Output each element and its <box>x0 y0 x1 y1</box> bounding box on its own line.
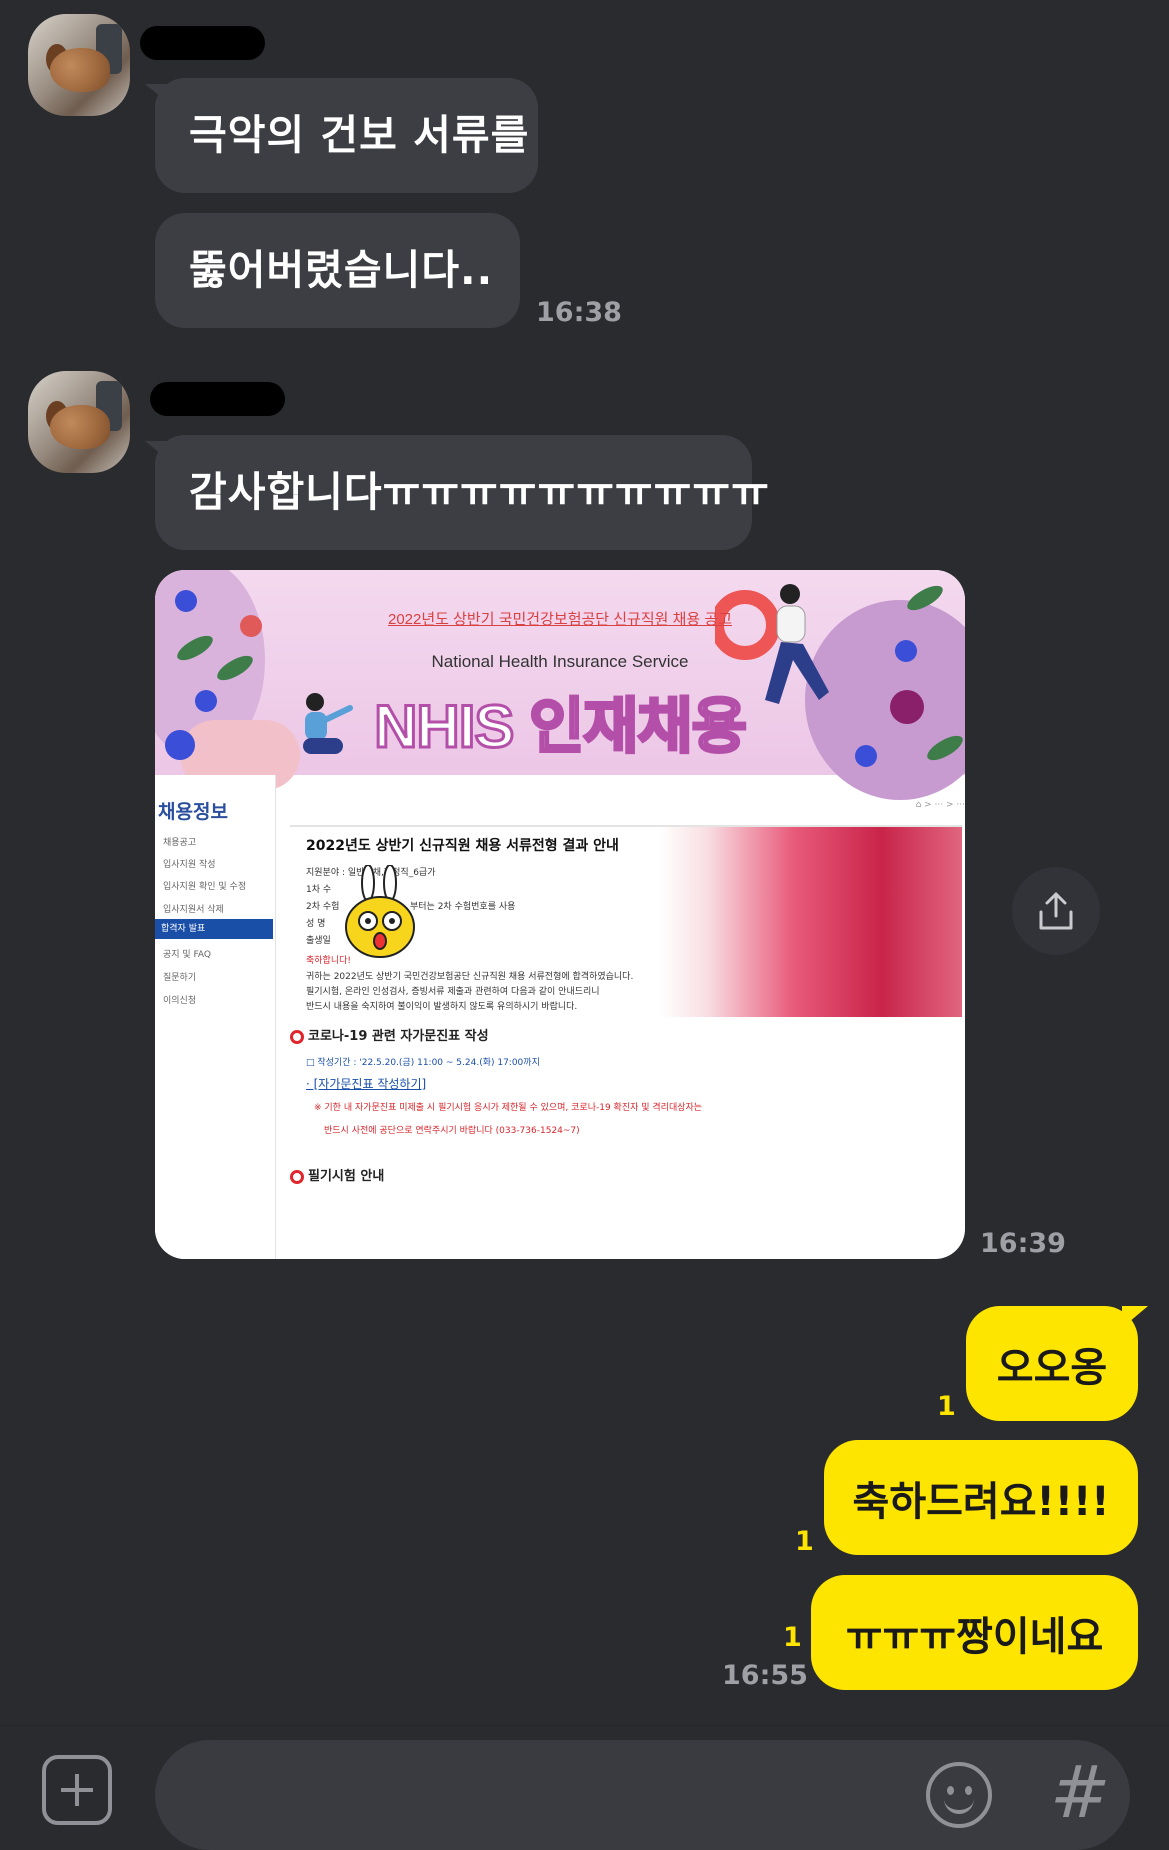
mascot-sticker <box>345 865 415 958</box>
message-time: 16:55 <box>722 1660 808 1691</box>
notice-line: 2차 수험 <box>306 902 340 912</box>
message-time: 16:39 <box>980 1228 1066 1259</box>
message-text: ㅠㅠㅠ짱이네요 <box>845 1613 1104 1660</box>
section-line: ※ 기한 내 자가문진표 미제출 시 필기시험 응시가 제한될 수 있으며, 코… <box>314 1103 703 1113</box>
sender-name-redacted <box>150 382 285 416</box>
self-check-link: · [자가문진표 작성하기] <box>306 1077 427 1091</box>
shared-image[interactable]: 2022년도 상반기 국민건강보험공단 신규직원 채용 공고 National … <box>155 570 965 1259</box>
image-banner: 2022년도 상반기 국민건강보험공단 신규직원 채용 공고 National … <box>155 570 965 800</box>
section-title: 코로나-19 관련 자가문진표 작성 <box>290 1025 489 1044</box>
sidebar-item-active: 합격자 발표 <box>155 919 273 939</box>
breadcrumb: ⌂ > ··· > ··· <box>915 800 965 810</box>
notice-line: 출생일 <box>306 936 331 946</box>
my-message-bubble[interactable]: 오오옹 <box>966 1306 1148 1421</box>
section-line: □ 작성기간 : '22.5.20.(금) 11:00 ~ 5.24.(화) 1… <box>306 1058 540 1068</box>
notice-line: 부터는 2차 수험번호를 사용 <box>410 902 516 912</box>
message-bubble[interactable]: 극악의 건보 서류를 <box>145 78 538 193</box>
message-text: 극악의 건보 서류를 <box>189 111 530 159</box>
message-text: 감사합니다ㅠㅠㅠㅠㅠㅠㅠㅠㅠㅠ <box>189 468 770 516</box>
message-text: 축하드려요!!!! <box>852 1478 1110 1525</box>
image-content: ⌂ > ··· > ··· 2022년도 상반기 신규직원 채용 서류전형 결과… <box>290 775 965 1259</box>
notice-title: 2022년도 상반기 신규직원 채용 서류전형 결과 안내 <box>306 838 619 854</box>
sender-name-redacted <box>140 26 265 60</box>
message-time: 16:38 <box>536 297 622 328</box>
sidebar-item: 공지 및 FAQ <box>163 950 211 960</box>
my-message-bubble[interactable]: 축하드려요!!!! <box>824 1440 1138 1555</box>
notice-line: 필기시험, 온라인 인성검사, 증빙서류 제출과 관련하여 다음과 같이 안내드… <box>306 987 600 997</box>
emoji-icon[interactable] <box>926 1762 992 1828</box>
section-line: 반드시 사전에 공단으로 연락주시기 바랍니다 (033-736-1524~7) <box>324 1126 580 1136</box>
message-text: 오오옹 <box>996 1344 1108 1391</box>
sender-avatar[interactable] <box>28 14 130 116</box>
share-button[interactable] <box>1012 867 1100 955</box>
sidebar-item: 채용공고 <box>163 838 197 848</box>
sidebar-item: 입사지원 확인 및 수정 <box>163 882 247 892</box>
notice-line: 귀하는 2022년도 상반기 국민건강보험공단 신규직원 채용 서류전형에 합격… <box>306 972 634 982</box>
notice-line: 1차 수 <box>306 885 332 895</box>
notice-line: 성 명 <box>306 919 326 929</box>
share-icon <box>1039 892 1073 930</box>
sidebar-item: 입사지원 작성 <box>163 860 216 870</box>
sidebar-item: 입사지원서 삭제 <box>163 905 224 915</box>
plus-icon[interactable] <box>42 1755 112 1825</box>
sidebar-heading: 채용정보 <box>158 801 228 823</box>
banner-english: National Health Insurance Service <box>431 652 689 671</box>
message-text: 뚫어버렸습니다.. <box>189 246 494 294</box>
sidebar-item: 질문하기 <box>163 973 197 983</box>
banner-subtitle: 2022년도 상반기 국민건강보험공단 신규직원 채용 공고 <box>387 611 732 628</box>
sender-avatar[interactable] <box>28 371 130 473</box>
unread-count: 1 <box>937 1391 956 1422</box>
my-message-bubble[interactable]: ㅠㅠㅠ짱이네요 <box>811 1575 1138 1690</box>
message-bubble[interactable]: 뚫어버렸습니다.. <box>155 213 520 328</box>
banner-title: NHIS 인재채용 <box>373 692 749 762</box>
hashtag-icon[interactable]: # <box>1050 1750 1110 1834</box>
section-title: 필기시험 안내 <box>290 1165 384 1184</box>
sidebar-item: 이의신청 <box>163 996 197 1006</box>
notice-line: 반드시 내용을 숙지하여 불이익이 발생하지 않도록 유의하시기 바랍니다. <box>306 1002 578 1012</box>
unread-count: 1 <box>783 1622 802 1653</box>
message-bubble[interactable]: 감사합니다ㅠㅠㅠㅠㅠㅠㅠㅠㅠㅠ <box>145 435 769 550</box>
image-sidebar: 채용정보 채용공고 입사지원 작성 입사지원 확인 및 수정 입사지원서 삭제 … <box>155 775 276 1259</box>
unread-count: 1 <box>795 1526 814 1557</box>
